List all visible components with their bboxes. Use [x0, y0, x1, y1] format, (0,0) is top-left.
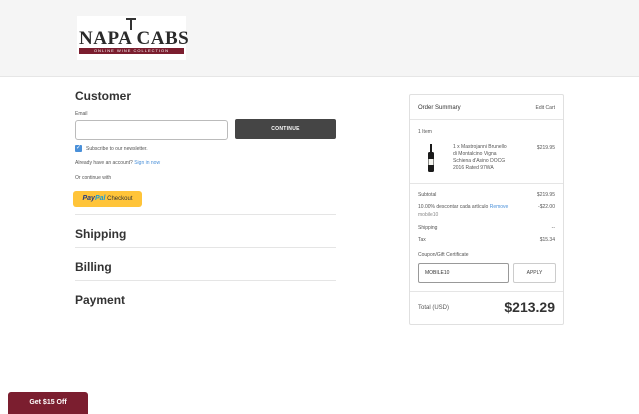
item-price: $219.95 [536, 145, 555, 151]
sign-in-link[interactable]: Sign in now [134, 160, 160, 166]
order-summary-title: Order Summary [418, 105, 461, 111]
logo-tagline: ONLINE WINE COLLECTION [79, 48, 184, 54]
paypal-logo: PayPal [82, 195, 105, 202]
email-field[interactable] [75, 120, 228, 140]
discount-label: 10.00% descontar cada artículo Remove [418, 204, 508, 210]
continue-button[interactable]: CONTINUE [235, 119, 336, 139]
account-prompt-text: Already have an account? [75, 160, 133, 166]
tax-label: Tax [418, 237, 426, 243]
divider [75, 247, 336, 248]
paypal-logo-pal: Pal [94, 195, 106, 202]
apply-coupon-button[interactable]: APPLY [513, 263, 556, 283]
subtotal-label: Subtotal [418, 192, 437, 198]
wine-bottle-image [428, 144, 434, 172]
logo-wordmark: NAPA CABS [79, 28, 190, 49]
divider [75, 214, 336, 215]
subtotal-value: $219.95 [536, 192, 555, 198]
shipping-heading[interactable]: Shipping [75, 227, 126, 241]
customer-heading: Customer [75, 89, 132, 103]
divider [410, 291, 563, 292]
edit-cart-link[interactable]: Edit Cart [536, 105, 555, 111]
divider [410, 119, 563, 120]
discount-value: -$22.00 [538, 204, 555, 210]
account-prompt: Already have an account? Sign in now [75, 160, 160, 166]
coupon-label: Coupon/Gift Certificate [418, 252, 469, 258]
remove-discount-link[interactable]: Remove [490, 204, 509, 210]
coupon-input[interactable]: MOBILE10 [418, 263, 509, 283]
discount-code: mobile10 [418, 212, 439, 218]
paypal-logo-pay: Pay [82, 195, 95, 202]
paypal-checkout-label: Checkout [107, 196, 133, 202]
site-logo[interactable]: NAPA CABS ONLINE WINE COLLECTION [77, 16, 190, 60]
divider [410, 183, 563, 184]
total-label: Total (USD) [418, 305, 450, 311]
shipping-label: Shipping [418, 225, 438, 231]
order-summary: Order Summary Edit Cart 1 Item 1 x Mastr… [409, 94, 564, 325]
promo-tab-button[interactable]: Get $15 Off [8, 392, 88, 414]
paypal-checkout-button[interactable]: PayPal Checkout [73, 191, 142, 207]
billing-heading[interactable]: Billing [75, 260, 112, 274]
site-header: NAPA CABS ONLINE WINE COLLECTION [0, 0, 639, 77]
email-label: Email [75, 111, 88, 117]
newsletter-label: Subscribe to our newsletter. [86, 146, 148, 152]
item-name: 1 x Mastrojanni Brunello di Montalcino V… [453, 144, 507, 172]
item-count: 1 Item [418, 129, 432, 135]
shipping-value: -- [551, 225, 555, 231]
or-continue-label: Or continue with [75, 175, 112, 181]
tax-value: $15.34 [539, 237, 555, 243]
item-name-line-2: di Montalcino Vigna [453, 151, 497, 157]
divider [75, 280, 336, 281]
item-name-line-4: 2016 Rated 97WA [453, 165, 494, 171]
newsletter-checkbox[interactable]: ✓ [75, 145, 82, 152]
item-name-line-1: 1 x Mastrojanni Brunello [453, 144, 507, 150]
total-value: $213.29 [504, 299, 555, 315]
item-name-line-3: Schiena d'Asino DOCG [453, 158, 506, 164]
payment-heading[interactable]: Payment [75, 293, 125, 307]
discount-text: 10.00% descontar cada artículo [418, 204, 489, 210]
